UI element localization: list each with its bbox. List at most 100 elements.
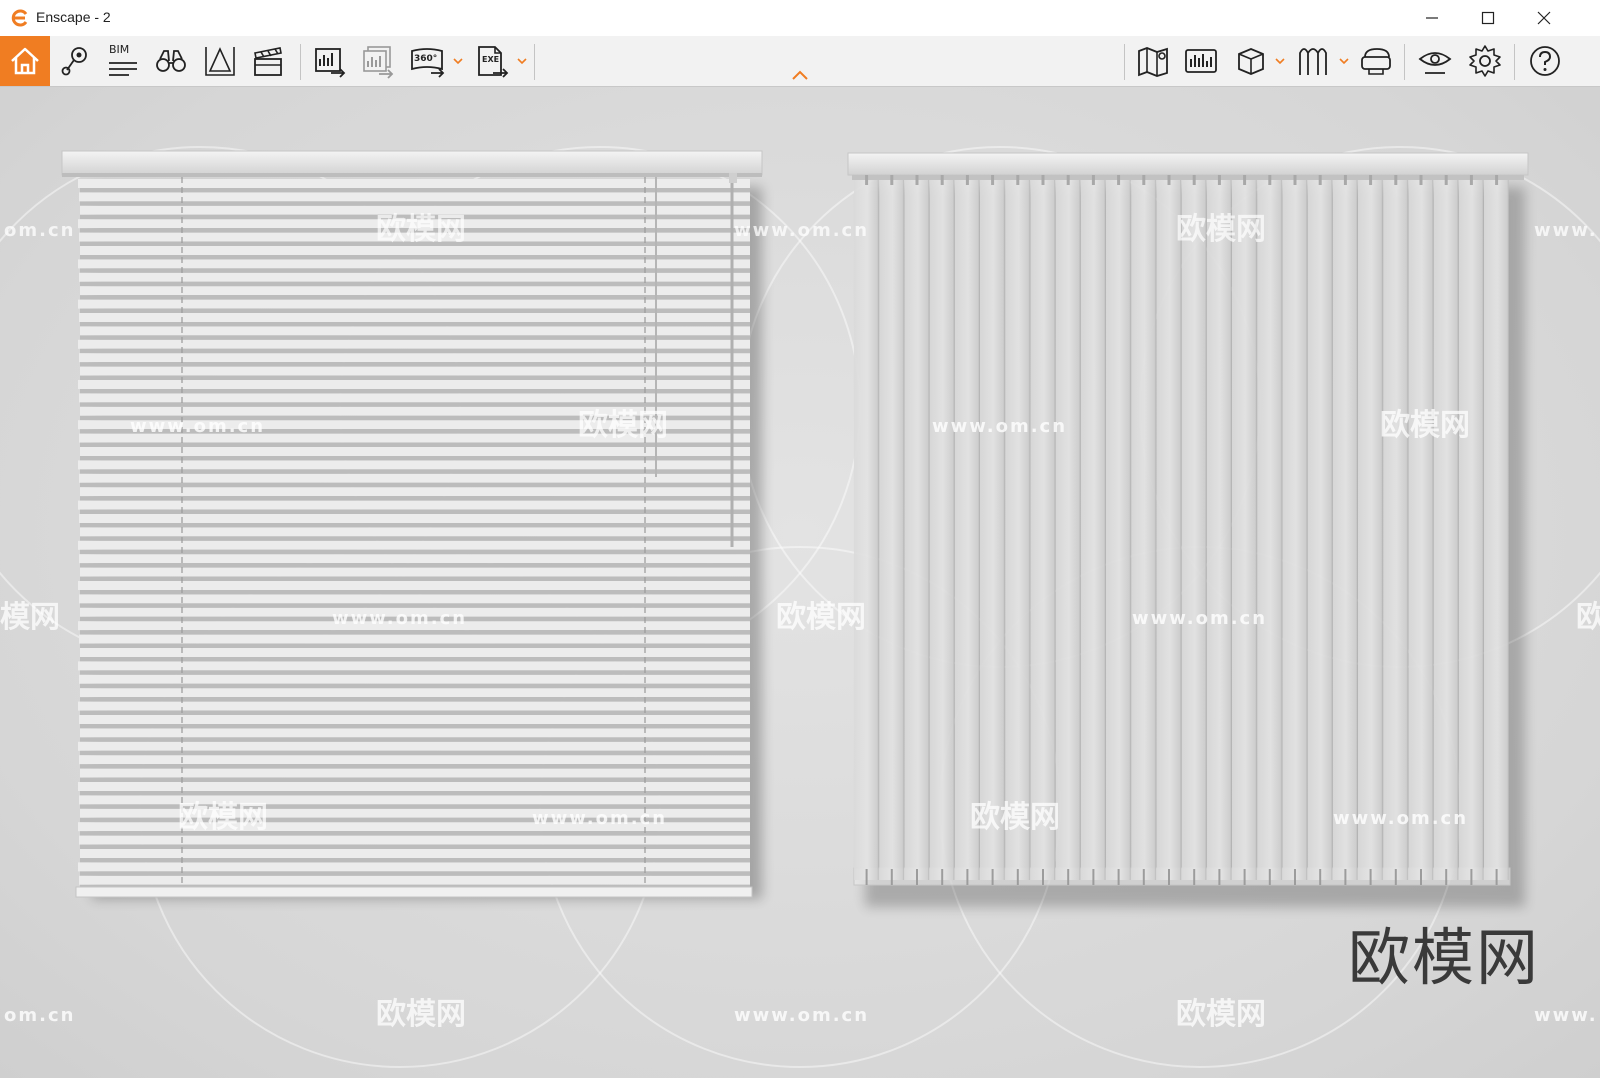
vane-carrier — [1369, 175, 1373, 185]
toolbar-separator — [534, 44, 535, 80]
blind-slat-shadow — [80, 724, 750, 729]
map-icon — [1138, 47, 1168, 77]
walk-mode-button[interactable] — [148, 38, 194, 84]
blind-slat — [80, 527, 750, 537]
watermark-url: www.om.cn — [734, 220, 869, 241]
render-viewport[interactable]: 欧模网 www.om.cn 欧模网 www.om.cn om.cn 欧模网 ww… — [0, 87, 1600, 1078]
blind-slat-shadow — [80, 737, 750, 742]
blind-vane — [1282, 180, 1307, 880]
blind-slat — [78, 581, 750, 590]
vane-carrier — [940, 175, 944, 185]
blind-vane — [929, 180, 954, 880]
vane-weight — [1067, 869, 1070, 885]
batch-render-button[interactable] — [354, 38, 400, 84]
blind-slat — [79, 594, 750, 604]
blind-slat — [79, 674, 750, 684]
map-button[interactable] — [1130, 38, 1176, 84]
chevron-down-icon[interactable] — [452, 55, 464, 67]
view-settings-button[interactable] — [1412, 38, 1458, 84]
maximize-icon — [1481, 11, 1495, 25]
visual-settings-button[interactable] — [1178, 38, 1224, 84]
blind-slat — [79, 393, 750, 403]
bim-label: BIM — [109, 43, 130, 56]
blind-vane — [1131, 180, 1156, 880]
chevron-down-icon[interactable] — [1338, 55, 1350, 67]
watermark-brand: 欧模网 — [776, 600, 866, 635]
help-icon — [1530, 46, 1560, 76]
watermark-url: om.cn — [4, 1005, 75, 1026]
blind-slat-shadow — [80, 496, 750, 501]
blind-slat — [79, 835, 750, 845]
collapse-toolbar-icon[interactable] — [790, 68, 810, 82]
panorama-360-badge: 360° — [414, 54, 438, 64]
blind-vane — [1257, 180, 1282, 880]
blind-vane — [1458, 180, 1483, 880]
vane-carrier — [1117, 175, 1121, 185]
vane-carrier — [915, 175, 919, 185]
safe-frame-button[interactable] — [197, 38, 243, 84]
blind-slat-shadow — [80, 643, 750, 648]
blind-slat-shadow — [80, 710, 750, 715]
blind-slat-shadow — [80, 362, 750, 367]
maximize-button[interactable] — [1460, 0, 1516, 36]
vane-weight — [1294, 869, 1296, 885]
views-button[interactable] — [52, 38, 98, 84]
asset-library-button[interactable] — [1290, 38, 1336, 84]
blind-slat — [79, 634, 750, 644]
blind-vane — [980, 180, 1005, 880]
close-button[interactable] — [1516, 0, 1572, 36]
chevron-down-icon[interactable] — [516, 55, 528, 67]
binoculars-icon — [156, 50, 186, 72]
window-title: Enscape - 2 — [36, 9, 111, 25]
blind-slat — [78, 661, 750, 671]
blind-vane — [1433, 180, 1458, 880]
watermark-url: www.om.cn — [734, 1005, 869, 1026]
blind-slat — [79, 715, 750, 724]
toolbar-separator — [1124, 44, 1125, 80]
toolbar-separator — [1514, 44, 1515, 80]
vane-weight — [1092, 869, 1095, 885]
blind-slat — [79, 554, 750, 564]
chevron-down-icon[interactable] — [1274, 55, 1286, 67]
vane-carrier — [1419, 175, 1423, 185]
cube-icon — [1238, 48, 1264, 75]
blind-slat-shadow — [80, 348, 750, 354]
vane-weight — [1344, 869, 1347, 885]
vane-weight — [1420, 869, 1422, 885]
vane-carrier — [890, 175, 894, 185]
vane-carrier — [1016, 175, 1020, 185]
blind-slat-shadow — [80, 442, 750, 447]
vane-carrier — [1192, 175, 1196, 185]
minimize-icon — [1426, 17, 1438, 19]
blind-slat — [79, 192, 750, 202]
blind-slat — [78, 460, 750, 470]
render-image-button[interactable] — [306, 38, 352, 84]
video-editor-button[interactable] — [245, 38, 291, 84]
material-editor-button[interactable] — [1228, 38, 1274, 84]
blind-slat-shadow — [80, 670, 750, 675]
vane-weight — [941, 869, 944, 885]
watermark-brand: 欧模网 — [1176, 212, 1266, 247]
home-button[interactable] — [0, 36, 50, 86]
vane-weight — [1193, 869, 1196, 885]
blind-slat-shadow — [80, 750, 750, 756]
vane-weight — [1394, 869, 1397, 885]
settings-button[interactable] — [1462, 38, 1508, 84]
bottom-rail — [75, 886, 753, 898]
blind-slat-shadow — [80, 871, 750, 876]
watermark-url: www.om.cn — [332, 608, 467, 629]
vane-weight — [1168, 869, 1170, 885]
vane-carrier — [965, 175, 969, 185]
vane-weight — [991, 869, 994, 885]
blind-vane — [1206, 180, 1231, 880]
help-button[interactable] — [1522, 38, 1568, 84]
vane-weight — [1319, 869, 1322, 885]
vane-weight — [1445, 869, 1448, 885]
blind-vane — [1408, 180, 1433, 880]
vane-weight — [1016, 869, 1019, 885]
watermark-url: www.om.cn — [532, 808, 667, 829]
minimize-button[interactable] — [1404, 0, 1460, 36]
vr-headset-button[interactable] — [1354, 38, 1400, 84]
blind-slat-shadow — [80, 335, 750, 340]
vane-carrier — [991, 175, 995, 185]
